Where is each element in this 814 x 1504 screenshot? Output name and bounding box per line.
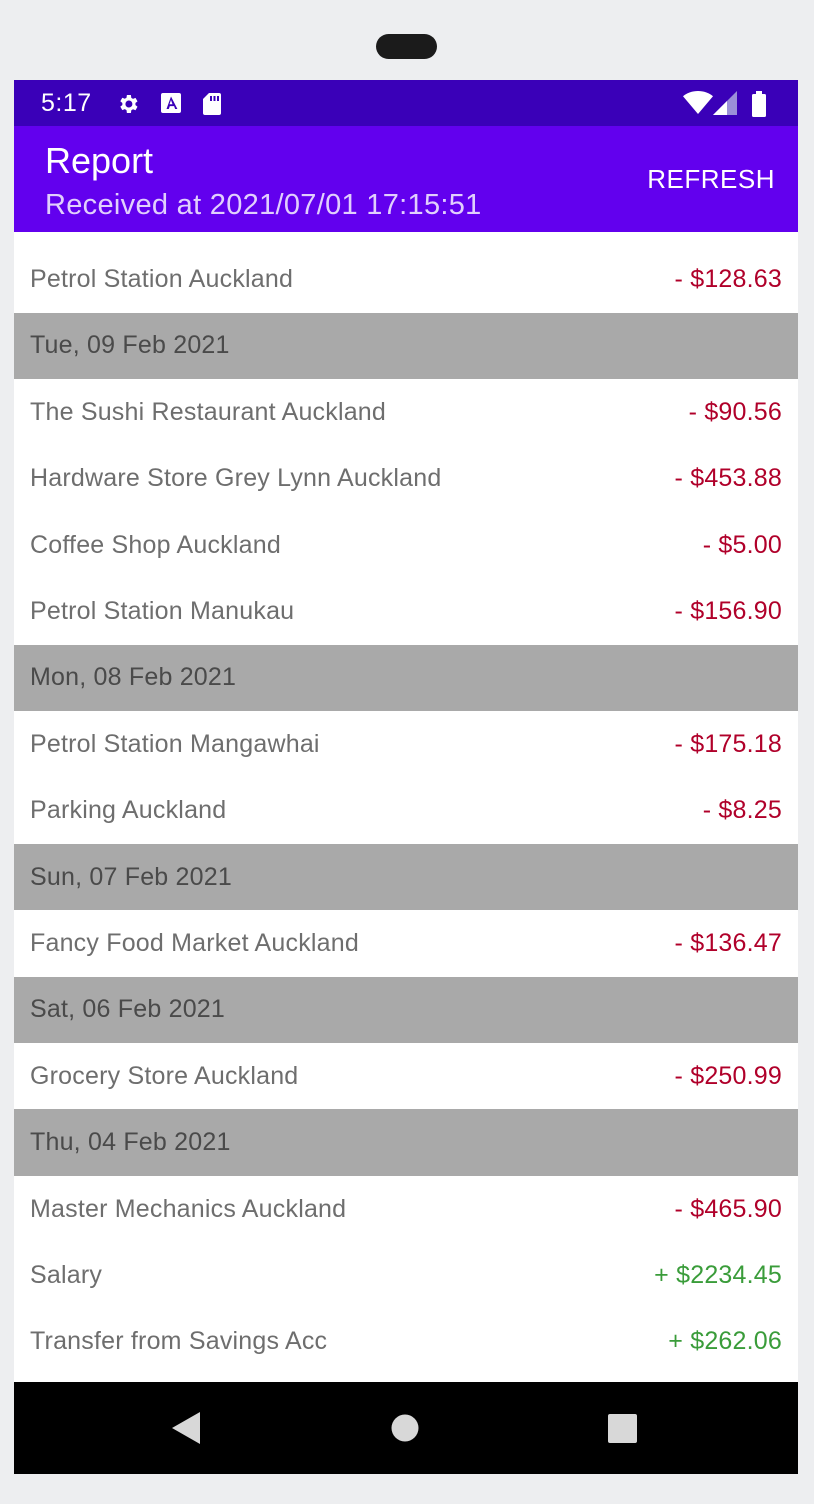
- transaction-description: Petrol Station Auckland: [30, 265, 294, 294]
- navigation-bar: [14, 1382, 798, 1474]
- transaction-row[interactable]: Master Mechanics Auckland - $465.90: [14, 1175, 798, 1243]
- transaction-list-content: Parking Auckland - $8.25 Petrol Station Au…: [14, 232, 798, 1376]
- transaction-row[interactable]: The Sushi Restaurant Auckland - $90.56: [14, 379, 798, 446]
- date-header: Sun, 07 Feb 2021: [14, 843, 798, 911]
- transaction-amount: - $453.88: [674, 464, 782, 493]
- app-bar: Report Received at 2021/07/01 17:15:51 R…: [14, 126, 798, 232]
- wifi-icon: [683, 91, 713, 114]
- transaction-description: Transfer from Savings Acc: [30, 1327, 328, 1356]
- transaction-amount: + $262.06: [668, 1327, 782, 1356]
- transaction-row[interactable]: Petrol Station Auckland - $128.63: [14, 246, 798, 313]
- date-header: Mon, 08 Feb 2021: [14, 644, 798, 712]
- transaction-amount: - $136.47: [674, 928, 782, 957]
- transaction-amount: - $128.63: [674, 265, 782, 294]
- transaction-amount: - $250.99: [674, 1061, 782, 1090]
- keyboard-a-icon: [161, 93, 181, 113]
- transaction-row[interactable]: Salary + $2234.45: [14, 1242, 798, 1309]
- transaction-description: Coffee Shop Auckland: [30, 530, 281, 559]
- page-title: Report: [45, 140, 154, 181]
- phone-speaker: [376, 34, 437, 59]
- date-header-label: Sat, 06 Feb 2021: [30, 995, 226, 1024]
- transaction-amount: - $175.18: [674, 729, 782, 758]
- transaction-row[interactable]: Coffee Shop Auckland - $5.00: [14, 511, 798, 579]
- transaction-row[interactable]: Transfer from Savings Acc + $262.06: [14, 1308, 798, 1376]
- recents-icon[interactable]: [608, 1414, 637, 1443]
- date-header: Tue, 09 Feb 2021: [14, 312, 798, 380]
- status-bar: 5:17: [14, 80, 798, 126]
- transaction-description: Master Mechanics Auckland: [30, 1194, 347, 1223]
- transaction-description: The Sushi Restaurant Auckland: [30, 397, 387, 426]
- transaction-list[interactable]: Parking Auckland - $8.25 Petrol Station Au…: [14, 232, 798, 1382]
- back-icon[interactable]: [172, 1412, 202, 1444]
- transaction-row[interactable]: Hardware Store Grey Lynn Auckland - $453.…: [14, 445, 798, 512]
- transaction-amount: - $90.56: [688, 397, 782, 426]
- transaction-row[interactable]: Petrol Station Manukau - $156.90: [14, 578, 798, 645]
- transaction-row[interactable]: Parking Auckland- $8.25: [14, 232, 798, 247]
- device-screen: 5:17 Report Received at 2021/07/01 17:15…: [14, 80, 798, 1474]
- settings-icon: [120, 95, 138, 113]
- home-icon[interactable]: [391, 1414, 419, 1442]
- refresh-button[interactable]: REFRESH: [647, 164, 775, 195]
- date-header: Sat, 06 Feb 2021: [14, 976, 798, 1044]
- transaction-description: Hardware Store Grey Lynn Auckland: [30, 464, 442, 493]
- transaction-amount: - $5.00: [702, 530, 782, 559]
- transaction-description: Parking Auckland: [30, 796, 227, 825]
- transaction-row[interactable]: Grocery Store Auckland - $250.99: [14, 1043, 798, 1110]
- transaction-description: Petrol Station Mangawhai: [30, 729, 320, 758]
- date-header: Thu, 04 Feb 2021: [14, 1109, 798, 1176]
- date-header-label: Thu, 04 Feb 2021: [30, 1128, 231, 1157]
- status-icons-right: [683, 91, 773, 117]
- transaction-row[interactable]: Fancy Food Market Auckland - $136.47: [14, 910, 798, 977]
- status-time: 5:17: [41, 89, 92, 117]
- transaction-amount: - $156.90: [674, 597, 782, 626]
- date-header-label: Sun, 07 Feb 2021: [30, 862, 232, 891]
- battery-icon: [752, 91, 766, 117]
- transaction-description: Grocery Store Auckland: [30, 1061, 299, 1090]
- transaction-row[interactable]: Petrol Station Mangawhai - $175.18: [14, 711, 798, 778]
- sd-card-icon: [203, 93, 221, 115]
- transaction-description: Salary: [30, 1260, 103, 1289]
- date-header-label: Mon, 08 Feb 2021: [30, 663, 237, 692]
- transaction-description: Fancy Food Market Auckland: [30, 928, 359, 957]
- transaction-amount: - $8.25: [702, 796, 782, 825]
- transaction-amount: + $2234.45: [654, 1260, 782, 1289]
- transaction-description: Petrol Station Manukau: [30, 597, 295, 626]
- transaction-amount: - $465.90: [674, 1194, 782, 1223]
- page-subtitle: Received at 2021/07/01 17:15:51: [45, 189, 482, 221]
- date-header-label: Tue, 09 Feb 2021: [30, 331, 230, 360]
- signal-icon: [713, 91, 737, 115]
- transaction-row[interactable]: Parking Auckland - $8.25: [14, 777, 798, 844]
